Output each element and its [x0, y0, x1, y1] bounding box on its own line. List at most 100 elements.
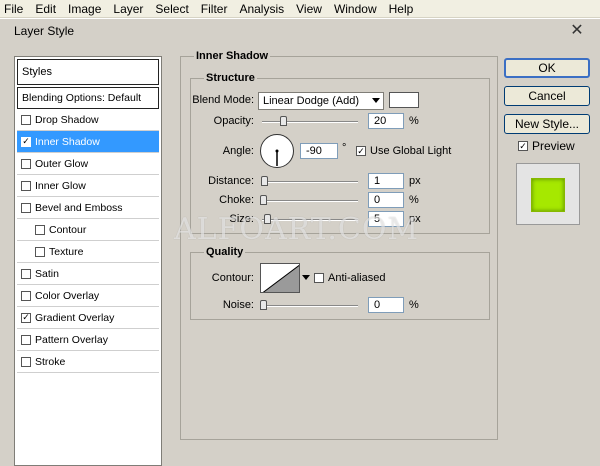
- dialog-title: Layer Style: [0, 19, 600, 43]
- menu-filter[interactable]: Filter: [201, 2, 228, 16]
- anti-aliased-label: Anti-aliased: [328, 272, 386, 284]
- distance-unit: px: [409, 175, 421, 187]
- checkbox-icon[interactable]: [21, 202, 31, 213]
- anti-aliased-checkbox[interactable]: Anti-aliased: [314, 272, 385, 284]
- choke-slider-thumb[interactable]: [260, 195, 267, 205]
- checkbox-icon[interactable]: [21, 180, 31, 191]
- contour-label: Contour:: [211, 272, 254, 284]
- checkbox-icon: [314, 273, 324, 283]
- noise-label: Noise:: [222, 299, 254, 311]
- quality-title: Quality: [204, 246, 246, 258]
- blend-mode-label: Blend Mode:: [192, 94, 254, 106]
- style-item-pattern-overlay[interactable]: Pattern Overlay: [17, 329, 159, 351]
- style-item-stroke[interactable]: Stroke: [17, 351, 159, 373]
- style-item-label: Inner Shadow: [35, 135, 100, 148]
- preview-label: Preview: [532, 139, 575, 153]
- noise-slider-track[interactable]: [262, 305, 358, 307]
- preview-checkbox[interactable]: Preview: [518, 139, 575, 153]
- style-item-label: Drop Shadow: [35, 113, 99, 126]
- noise-input[interactable]: 0: [368, 297, 404, 313]
- checkbox-icon[interactable]: [21, 268, 31, 279]
- check-icon[interactable]: [21, 136, 31, 147]
- close-icon[interactable]: ✕: [568, 22, 586, 40]
- menu-bar: File Edit Image Layer Select Filter Anal…: [0, 0, 600, 18]
- check-icon[interactable]: [21, 312, 31, 323]
- style-item-color-overlay[interactable]: Color Overlay: [17, 285, 159, 307]
- opacity-slider-thumb[interactable]: [280, 116, 288, 126]
- contour-picker[interactable]: [260, 263, 300, 293]
- choke-label: Choke:: [219, 194, 254, 206]
- chevron-down-icon: [372, 98, 380, 103]
- menu-analysis[interactable]: Analysis: [239, 2, 284, 16]
- style-item-satin[interactable]: Satin: [17, 263, 159, 285]
- structure-title: Structure: [204, 72, 257, 84]
- checkbox-icon[interactable]: [21, 334, 31, 345]
- blend-mode-dropdown[interactable]: Linear Dodge (Add): [258, 92, 384, 110]
- menu-layer[interactable]: Layer: [113, 2, 143, 16]
- degree-unit: °: [342, 142, 347, 154]
- distance-input[interactable]: 1: [368, 173, 404, 189]
- menu-image[interactable]: Image: [68, 2, 101, 16]
- shadow-color-swatch[interactable]: [389, 92, 419, 108]
- styles-list: Styles Blending Options: Default Drop Sh…: [14, 56, 162, 466]
- style-item-inner-shadow[interactable]: Inner Shadow: [17, 131, 159, 153]
- choke-input[interactable]: 0: [368, 192, 404, 208]
- angle-input[interactable]: -90: [300, 143, 338, 159]
- style-item-label: Pattern Overlay: [35, 333, 108, 346]
- opacity-input[interactable]: 20: [368, 113, 404, 129]
- style-item-label: Satin: [35, 267, 59, 280]
- check-icon: [518, 141, 528, 151]
- style-item-label: Bevel and Emboss: [35, 201, 123, 214]
- styles-header[interactable]: Styles: [17, 59, 159, 85]
- checkbox-icon[interactable]: [35, 224, 45, 235]
- preview-swatch: [531, 178, 565, 212]
- distance-label: Distance:: [208, 175, 254, 187]
- distance-slider-track[interactable]: [262, 181, 358, 183]
- checkbox-icon[interactable]: [21, 158, 31, 169]
- style-item-outer-glow[interactable]: Outer Glow: [17, 153, 159, 175]
- style-item-inner-glow[interactable]: Inner Glow: [17, 175, 159, 197]
- style-item-label: Color Overlay: [35, 289, 100, 302]
- cancel-button[interactable]: Cancel: [504, 86, 590, 106]
- menu-window[interactable]: Window: [334, 2, 377, 16]
- check-icon: [356, 146, 366, 156]
- use-global-light-checkbox[interactable]: Use Global Light: [356, 145, 451, 157]
- contour-dropdown-icon[interactable]: [302, 275, 310, 280]
- ok-button[interactable]: OK: [504, 58, 590, 78]
- style-item-bevel-and-emboss[interactable]: Bevel and Emboss: [17, 197, 159, 219]
- noise-slider-thumb[interactable]: [260, 300, 267, 310]
- angle-dial[interactable]: [260, 134, 294, 168]
- distance-slider-thumb[interactable]: [261, 176, 268, 186]
- opacity-slider-track[interactable]: [262, 121, 358, 123]
- style-item-contour[interactable]: Contour: [17, 219, 159, 241]
- opacity-unit: %: [409, 115, 419, 127]
- menu-edit[interactable]: Edit: [35, 2, 56, 16]
- choke-slider-track[interactable]: [262, 200, 358, 202]
- style-item-drop-shadow[interactable]: Drop Shadow: [17, 109, 159, 131]
- menu-view[interactable]: View: [296, 2, 322, 16]
- checkbox-icon[interactable]: [35, 246, 45, 257]
- style-item-label: Outer Glow: [35, 157, 89, 170]
- opacity-label: Opacity:: [213, 115, 254, 127]
- menu-file[interactable]: File: [4, 2, 23, 16]
- blending-options-item[interactable]: Blending Options: Default: [17, 87, 159, 109]
- style-item-gradient-overlay[interactable]: Gradient Overlay: [17, 307, 159, 329]
- style-item-label: Gradient Overlay: [35, 311, 115, 324]
- checkbox-icon[interactable]: [21, 356, 31, 367]
- menu-help[interactable]: Help: [389, 2, 414, 16]
- use-global-light-label: Use Global Light: [370, 145, 452, 157]
- style-item-label: Contour: [49, 223, 87, 236]
- checkbox-icon[interactable]: [21, 114, 31, 125]
- preview-thumbnail: [516, 163, 580, 225]
- noise-unit: %: [409, 299, 419, 311]
- checkbox-icon[interactable]: [21, 290, 31, 301]
- angle-label: Angle:: [222, 145, 254, 157]
- watermark-text: ALFOART.COM: [174, 212, 420, 247]
- style-item-label: Stroke: [35, 355, 66, 368]
- menu-select[interactable]: Select: [155, 2, 188, 16]
- style-item-texture[interactable]: Texture: [17, 241, 159, 263]
- contour-curve-icon: [262, 264, 299, 292]
- new-style-button[interactable]: New Style...: [504, 114, 590, 134]
- style-item-label: Inner Glow: [35, 179, 86, 192]
- angle-needle-icon: [275, 149, 279, 166]
